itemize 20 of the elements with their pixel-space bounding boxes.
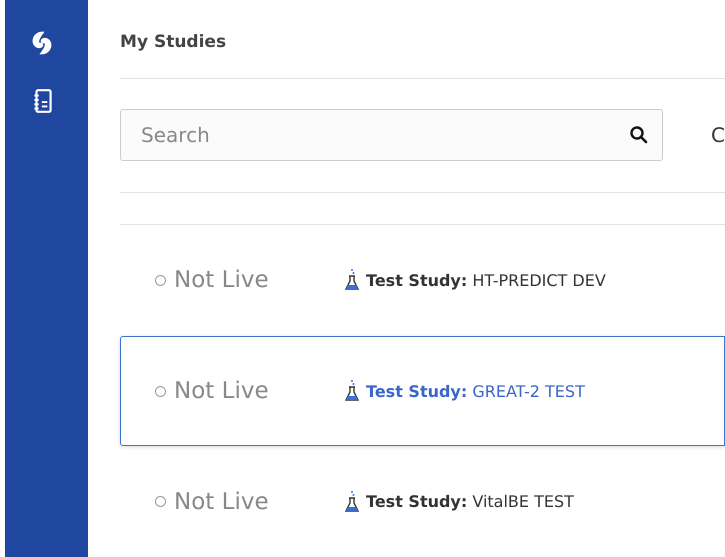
status-label: Not Live — [174, 378, 270, 404]
status-label: Not Live — [174, 488, 270, 515]
flask-icon — [344, 379, 360, 403]
search-icon[interactable] — [629, 125, 650, 145]
study-row[interactable]: Not Live Test Study: GREAT-2 TEST — [120, 336, 725, 446]
study-row[interactable]: Not Live Test Study: VitalBE TEST — [120, 446, 725, 557]
status-circle-icon — [155, 274, 166, 286]
study-name: Test Study: HT-PREDICT DEV — [366, 270, 606, 290]
study-name: Test Study: GREAT-2 TEST — [366, 382, 585, 400]
status-circle-icon — [155, 386, 166, 396]
study-name: Test Study: VitalBE TEST — [366, 492, 574, 512]
study-row[interactable]: Not Live Test Study: HT-PREDICT DEV — [120, 225, 725, 336]
page-title: My Studies — [120, 32, 228, 52]
flask-icon — [344, 268, 360, 292]
search-field[interactable]: Search — [120, 109, 664, 161]
status-label: Not Live — [174, 267, 270, 294]
status-circle-icon — [155, 496, 166, 508]
notebook-icon[interactable] — [32, 88, 54, 114]
flask-icon — [344, 490, 360, 514]
cut-label: C — [711, 123, 725, 147]
